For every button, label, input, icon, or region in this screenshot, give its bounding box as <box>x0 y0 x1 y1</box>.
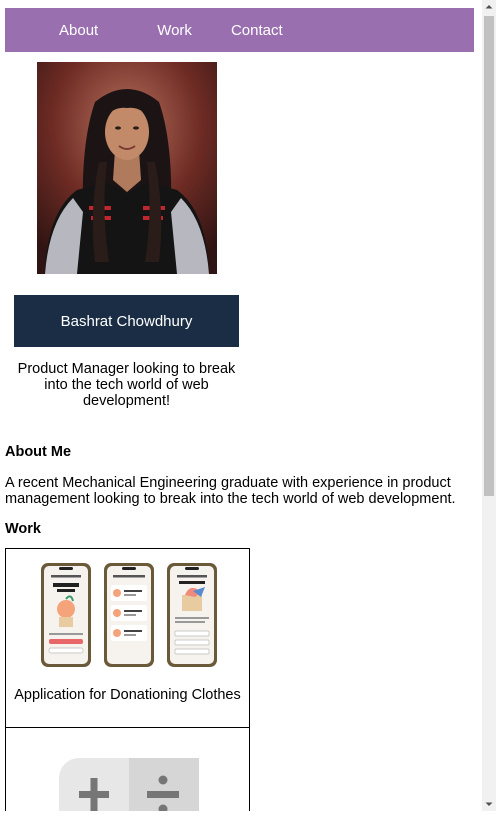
scroll-down-arrow-icon[interactable] <box>482 797 496 811</box>
name-banner: Bashrat Chowdhury <box>14 295 239 347</box>
profile-photo <box>37 62 217 274</box>
project-caption: Application for Donationing Clothes <box>14 687 241 703</box>
calculator-icon <box>59 758 199 811</box>
profile-tagline: Product Manager looking to break into th… <box>17 361 236 409</box>
navbar: About Work Contact <box>5 8 474 52</box>
vertical-scrollbar[interactable] <box>482 0 496 811</box>
page: About Work Contact Bashrat Chowdhury Pro… <box>0 0 482 811</box>
project-thumbnail <box>41 563 217 667</box>
scroll-up-arrow-icon[interactable] <box>482 0 496 14</box>
about-heading: About Me <box>5 444 72 460</box>
nav-link-contact[interactable]: Contact <box>231 22 283 39</box>
nav-link-about[interactable]: About <box>59 22 98 39</box>
about-text: A recent Mechanical Engineering graduate… <box>5 475 456 507</box>
project-card[interactable]: Application for Donationing Clothes <box>5 548 250 728</box>
nav-link-work[interactable]: Work <box>157 22 192 39</box>
project-card-calculator[interactable] <box>5 727 250 811</box>
work-heading: Work <box>5 521 41 537</box>
scrollbar-thumb[interactable] <box>484 16 494 496</box>
profile-name: Bashrat Chowdhury <box>60 312 193 330</box>
